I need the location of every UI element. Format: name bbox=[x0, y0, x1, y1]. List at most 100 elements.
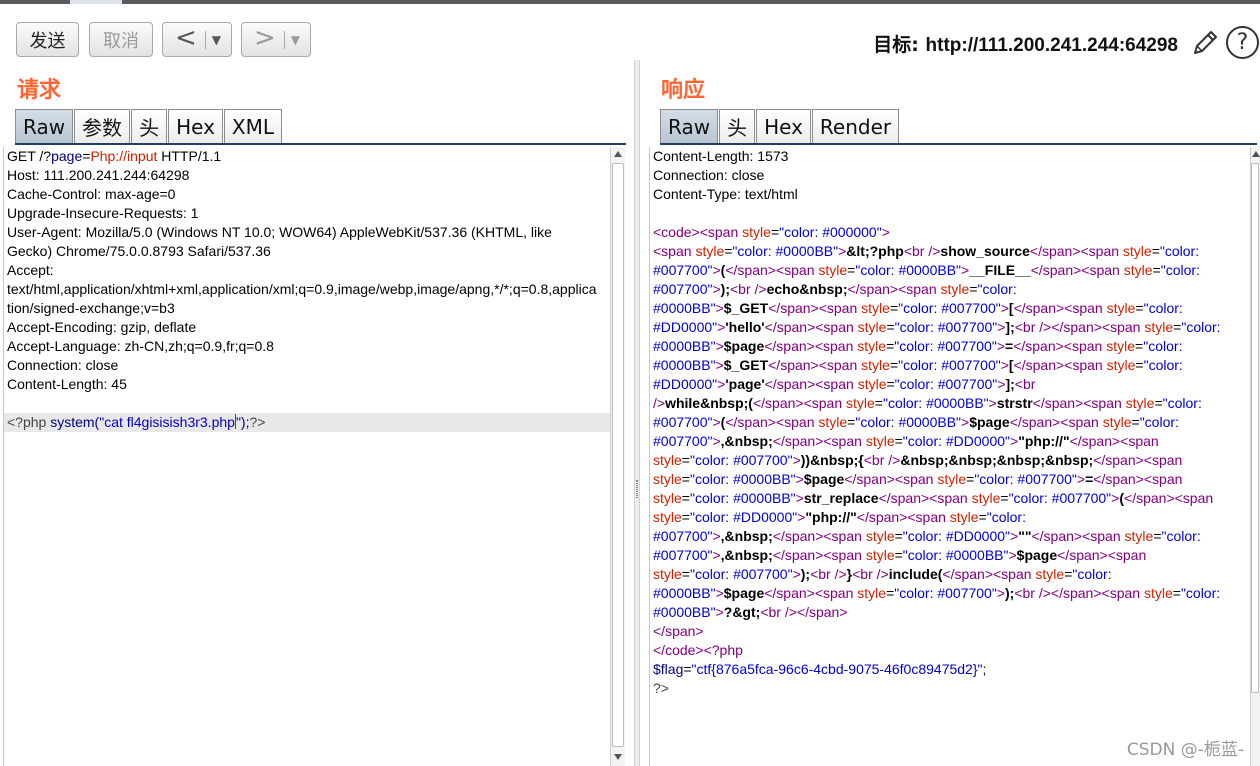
response-token: $page bbox=[803, 471, 845, 487]
response-token: > bbox=[996, 585, 1006, 601]
response-tab-render[interactable]: Render bbox=[811, 109, 900, 143]
response-token: <br /> bbox=[903, 243, 941, 259]
scroll-up-icon[interactable] bbox=[614, 151, 622, 157]
response-token: > bbox=[1010, 528, 1019, 544]
response-token: "color: #DD0000" bbox=[902, 433, 1011, 449]
response-token: #DD0000" bbox=[653, 319, 718, 335]
cancel-button[interactable]: 取消 bbox=[89, 22, 153, 57]
response-token: style bbox=[1123, 262, 1153, 278]
response-token: __FILE__ bbox=[969, 262, 1031, 278]
request-token: Accept: bbox=[7, 262, 54, 278]
response-token: #007700" bbox=[653, 262, 713, 278]
response-line: #DD0000">'hello'</span><span style="colo… bbox=[650, 318, 1251, 337]
response-scroll-thumb[interactable] bbox=[1251, 163, 1259, 693]
request-token: Accept-Encoding: gzip, deflate bbox=[7, 319, 197, 335]
scroll-up-icon[interactable] bbox=[1252, 151, 1260, 157]
response-token: <br /> bbox=[852, 566, 889, 582]
response-token: > bbox=[795, 490, 804, 506]
response-tab-underline bbox=[660, 143, 1257, 145]
response-token: </span><span bbox=[1093, 471, 1183, 487]
response-token: strstr bbox=[996, 395, 1033, 411]
request-token: HTTP/1.1 bbox=[157, 148, 222, 164]
response-token: = bbox=[1000, 490, 1009, 506]
response-line: style="color: #0000BB">str_replace</span… bbox=[650, 489, 1251, 508]
request-token: system( bbox=[50, 414, 100, 430]
response-token: ); bbox=[720, 281, 730, 297]
response-token: "color: bbox=[1162, 395, 1202, 411]
response-token: "color: bbox=[1160, 262, 1200, 278]
response-tab-hex[interactable]: Hex bbox=[756, 109, 811, 143]
response-token: #007700" bbox=[653, 281, 713, 297]
response-token: Content-Type: text/html bbox=[653, 186, 798, 202]
response-token: </code><?php bbox=[653, 642, 743, 658]
response-token: "color: bbox=[1139, 414, 1179, 430]
request-line: tion/signed-exchange;v=b3 bbox=[4, 299, 611, 318]
response-token: = bbox=[681, 509, 690, 525]
response-tab-头[interactable]: 头 bbox=[719, 109, 756, 143]
request-tab-hex[interactable]: Hex bbox=[168, 109, 223, 143]
pencil-icon[interactable] bbox=[1190, 28, 1220, 58]
response-token: ,&nbsp; bbox=[720, 547, 773, 563]
response-token: "color: #0000BB" bbox=[689, 490, 796, 506]
response-token: > bbox=[715, 357, 724, 373]
response-token: "" bbox=[1018, 528, 1032, 544]
request-tab-raw[interactable]: Raw bbox=[15, 109, 74, 143]
response-token: style bbox=[857, 319, 887, 335]
response-token: style bbox=[857, 376, 887, 392]
request-scroll-thumb[interactable] bbox=[612, 163, 624, 747]
response-token: style bbox=[1106, 300, 1136, 316]
pane-splitter[interactable] bbox=[634, 60, 640, 766]
response-token: <br /></span><span bbox=[1014, 585, 1144, 601]
request-token: Host: 111.200.241.244:64298 bbox=[7, 167, 190, 183]
request-text[interactable]: GET /?page=Php://input HTTP/1.1 Host: 111… bbox=[4, 147, 611, 432]
response-token: </span><span bbox=[725, 414, 819, 430]
response-token: </span><span bbox=[1029, 243, 1123, 259]
response-token: style bbox=[1143, 585, 1173, 601]
response-line bbox=[650, 204, 1251, 223]
response-scrollbar[interactable] bbox=[1250, 147, 1260, 766]
request-tab-头[interactable]: 头 bbox=[131, 109, 168, 143]
response-line: style="color: #0000BB">$page</span><span… bbox=[650, 470, 1251, 489]
forward-button[interactable]: > ▼ bbox=[241, 22, 311, 57]
response-token: </span><span bbox=[772, 433, 866, 449]
response-token: </span><span bbox=[725, 262, 819, 278]
response-token: = bbox=[1135, 357, 1144, 373]
response-token: </span><span bbox=[764, 585, 858, 601]
response-line: <code><span style="color: #000000"> bbox=[650, 223, 1251, 242]
response-token: = bbox=[894, 433, 903, 449]
back-dropdown-icon[interactable]: ▼ bbox=[212, 33, 221, 47]
response-editor[interactable]: Content-Length: 1573 Connection: close Con… bbox=[649, 147, 1250, 766]
response-token: = bbox=[1153, 528, 1162, 544]
response-line: #0000BB">?&gt;<br /></span> bbox=[650, 603, 1251, 622]
response-tab-raw[interactable]: Raw bbox=[660, 109, 719, 143]
request-token: Php://input bbox=[90, 148, 158, 164]
response-token: style bbox=[653, 566, 682, 582]
request-tab-xml[interactable]: XML bbox=[223, 109, 283, 143]
response-token: </span><span bbox=[768, 300, 862, 316]
response-token: = bbox=[889, 357, 899, 373]
response-token: style bbox=[940, 281, 970, 297]
response-token: > bbox=[712, 281, 721, 297]
request-tab-underline bbox=[15, 143, 626, 145]
response-text[interactable]: Content-Length: 1573 Connection: close Con… bbox=[650, 147, 1251, 698]
request-scrollbar[interactable] bbox=[610, 147, 625, 766]
send-button[interactable]: 发送 bbox=[16, 22, 79, 57]
response-token: #007700" bbox=[653, 414, 713, 430]
forward-dropdown-icon[interactable]: ▼ bbox=[291, 33, 300, 47]
request-editor[interactable]: GET /?page=Php://input HTTP/1.1 Host: 111… bbox=[3, 147, 611, 766]
response-token: style bbox=[1144, 319, 1174, 335]
scroll-down-icon[interactable] bbox=[614, 754, 622, 760]
response-token: "color: #007700" bbox=[974, 471, 1077, 487]
response-token: </span><span bbox=[1031, 528, 1125, 544]
response-token: </span><span bbox=[1032, 395, 1126, 411]
back-button[interactable]: < ▼ bbox=[162, 22, 232, 57]
request-tab-参数[interactable]: 参数 bbox=[74, 109, 131, 143]
response-token: #DD0000" bbox=[653, 376, 718, 392]
help-icon[interactable]: ? bbox=[1226, 26, 1259, 59]
request-token: ?> bbox=[249, 414, 266, 430]
response-token: <br /> bbox=[863, 452, 901, 468]
request-token: Content-Length: 45 bbox=[7, 376, 127, 392]
response-token: "color: #007700" bbox=[894, 376, 998, 392]
response-token: "color: #007700" bbox=[894, 338, 997, 354]
splitter-grip[interactable] bbox=[636, 480, 638, 498]
